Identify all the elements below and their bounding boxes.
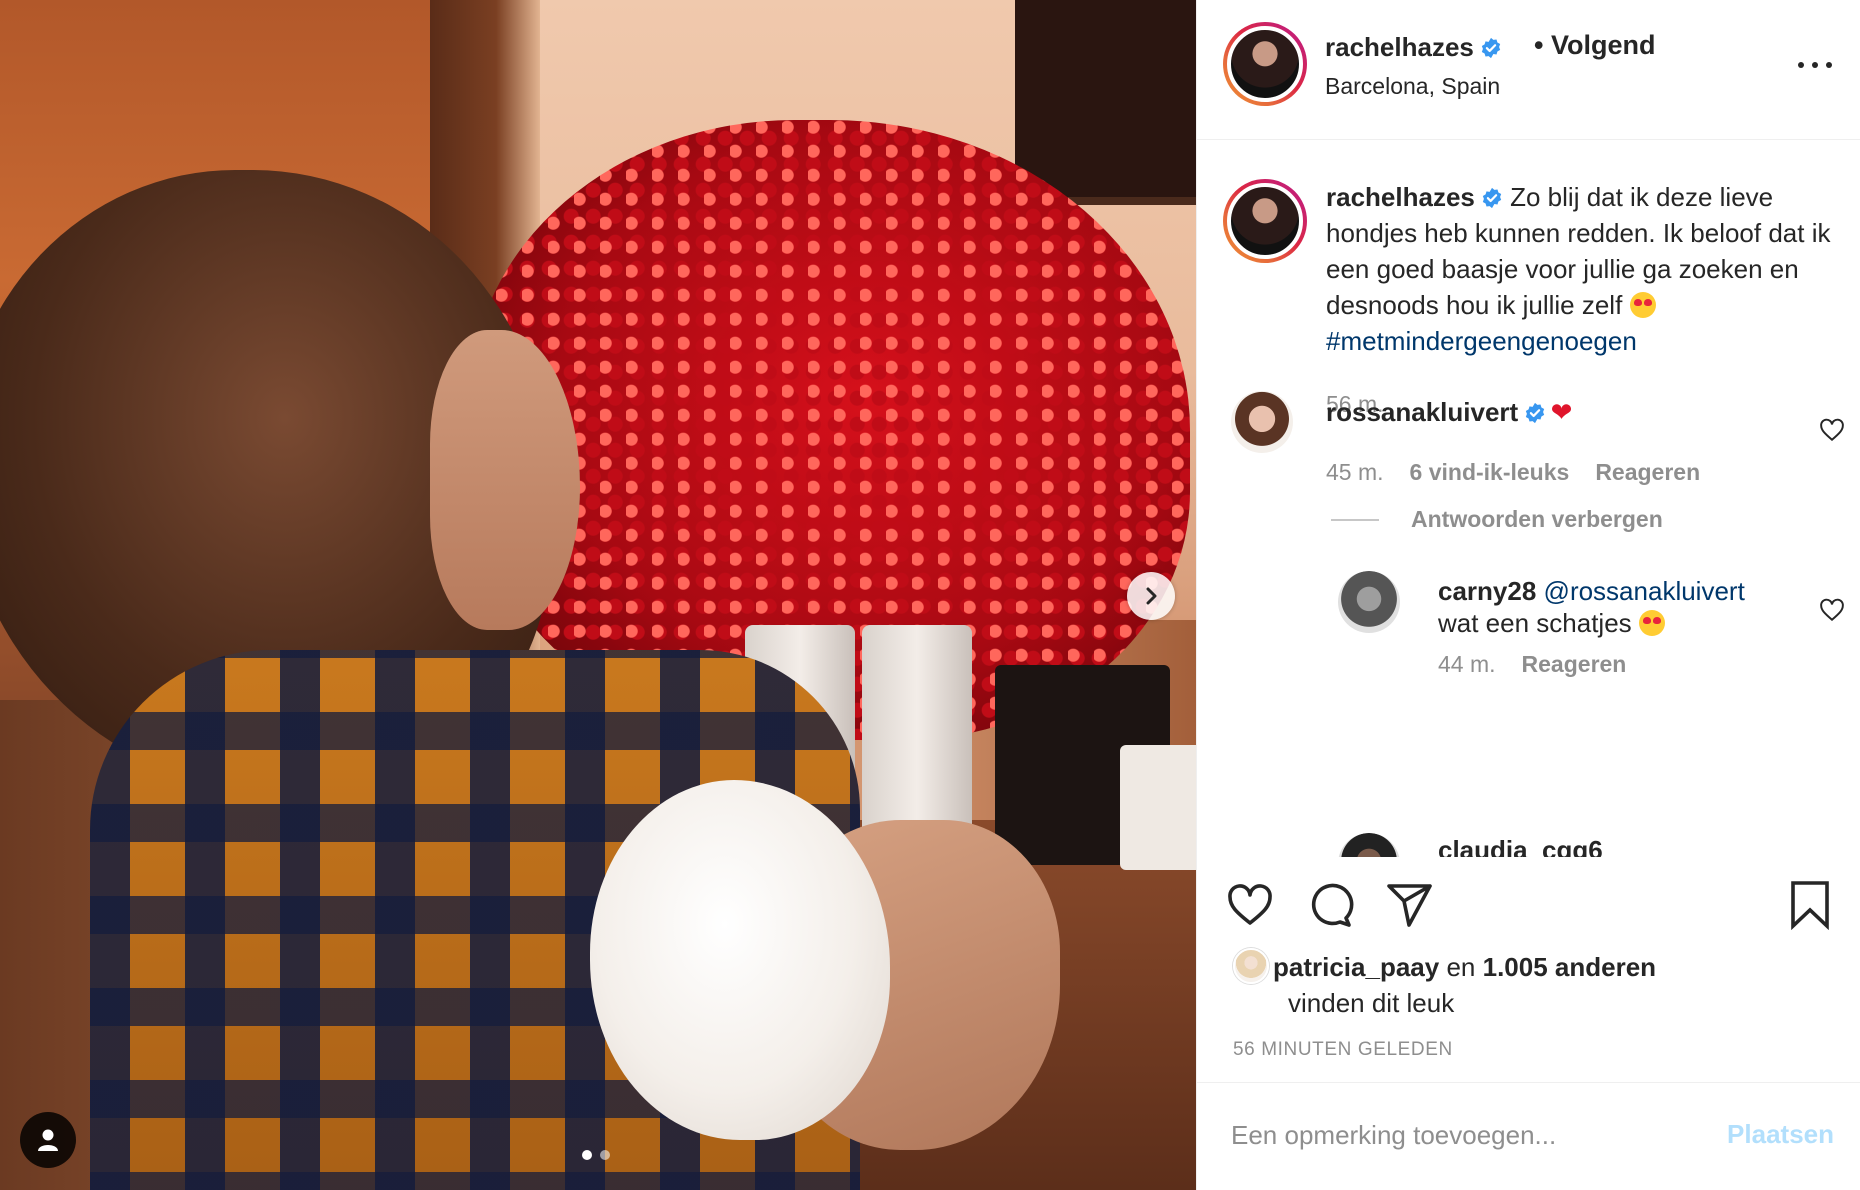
verified-icon bbox=[1526, 402, 1545, 424]
heart-icon[interactable] bbox=[1819, 597, 1845, 623]
heart-icon[interactable] bbox=[1819, 417, 1845, 443]
comment-timestamp[interactable]: 44 m. bbox=[1438, 651, 1496, 677]
author-avatar[interactable] bbox=[1223, 179, 1307, 263]
liker-avatar[interactable] bbox=[1233, 948, 1269, 984]
caption-hashtag[interactable]: #metmindergeengenoegen bbox=[1326, 326, 1637, 356]
caption-username[interactable]: rachelhazes bbox=[1326, 182, 1475, 212]
post-photo[interactable] bbox=[0, 0, 1196, 1190]
verified-icon bbox=[1482, 187, 1502, 209]
verified-icon bbox=[1481, 37, 1501, 59]
follow-status[interactable]: • Volgend bbox=[1534, 30, 1655, 61]
post-comment-button[interactable]: Plaatsen bbox=[1727, 1119, 1834, 1150]
comment-likes[interactable]: 6 vind-ik-leuks bbox=[1410, 459, 1570, 485]
carousel-indicator bbox=[582, 1150, 610, 1160]
comment-icon[interactable] bbox=[1305, 880, 1355, 930]
commenter-avatar[interactable] bbox=[1338, 833, 1400, 857]
post-timestamp[interactable]: 56 MINUTEN GELEDEN bbox=[1233, 1039, 1453, 1061]
author-username[interactable]: rachelhazes bbox=[1325, 32, 1502, 63]
carousel-dot bbox=[582, 1150, 592, 1160]
liker-username[interactable]: patricia_paay bbox=[1273, 952, 1439, 982]
commenter-avatar[interactable] bbox=[1338, 571, 1400, 633]
carousel-dot bbox=[600, 1150, 610, 1160]
action-bar bbox=[1197, 880, 1860, 940]
comment-username[interactable]: claudia_cgg6 bbox=[1438, 835, 1603, 857]
heart-eyes-emoji-icon bbox=[1638, 610, 1665, 636]
likes-summary: patricia_paay en 1.005 anderen vinden di… bbox=[1233, 948, 1833, 1021]
reply-button[interactable]: Reageren bbox=[1595, 459, 1700, 485]
comment-text: wat een schatjes bbox=[1438, 608, 1632, 638]
carousel-next-button[interactable] bbox=[1127, 572, 1175, 620]
comment-timestamp[interactable]: 45 m. bbox=[1326, 459, 1384, 485]
comment-form: Plaatsen bbox=[1197, 1082, 1860, 1190]
share-icon[interactable] bbox=[1385, 880, 1435, 930]
heart-icon[interactable] bbox=[1225, 880, 1275, 930]
heart-eyes-emoji-icon bbox=[1629, 292, 1656, 318]
post-header: rachelhazes • Volgend Barcelona, Spain bbox=[1197, 0, 1860, 140]
comment-username[interactable]: carny28 bbox=[1438, 576, 1536, 606]
author-avatar[interactable] bbox=[1223, 22, 1307, 106]
reply-button[interactable]: Reageren bbox=[1522, 651, 1627, 677]
comment-input[interactable] bbox=[1231, 1105, 1701, 1165]
comment-username[interactable]: rossanakluivert bbox=[1326, 397, 1518, 427]
next-arrow-icon bbox=[1146, 587, 1157, 605]
red-heart-emoji-icon: ❤ bbox=[1550, 397, 1573, 427]
commenter-avatar[interactable] bbox=[1231, 391, 1293, 453]
tagged-users-button[interactable] bbox=[20, 1112, 76, 1168]
comment-mention[interactable]: @rossanakluivert bbox=[1544, 576, 1745, 606]
post-side-panel: rachelhazes • Volgend Barcelona, Spain r… bbox=[1196, 0, 1860, 1190]
more-icon[interactable] bbox=[1798, 50, 1832, 80]
post-location[interactable]: Barcelona, Spain bbox=[1325, 73, 1500, 100]
likes-count[interactable]: 1.005 anderen bbox=[1483, 952, 1656, 982]
user-tag-icon bbox=[38, 1129, 58, 1151]
bookmark-icon[interactable] bbox=[1785, 880, 1835, 930]
hide-replies-button[interactable]: Antwoorden verbergen bbox=[1331, 506, 1663, 533]
comments-list[interactable]: rachelhazes Zo blij dat ik deze lieve ho… bbox=[1197, 141, 1860, 857]
